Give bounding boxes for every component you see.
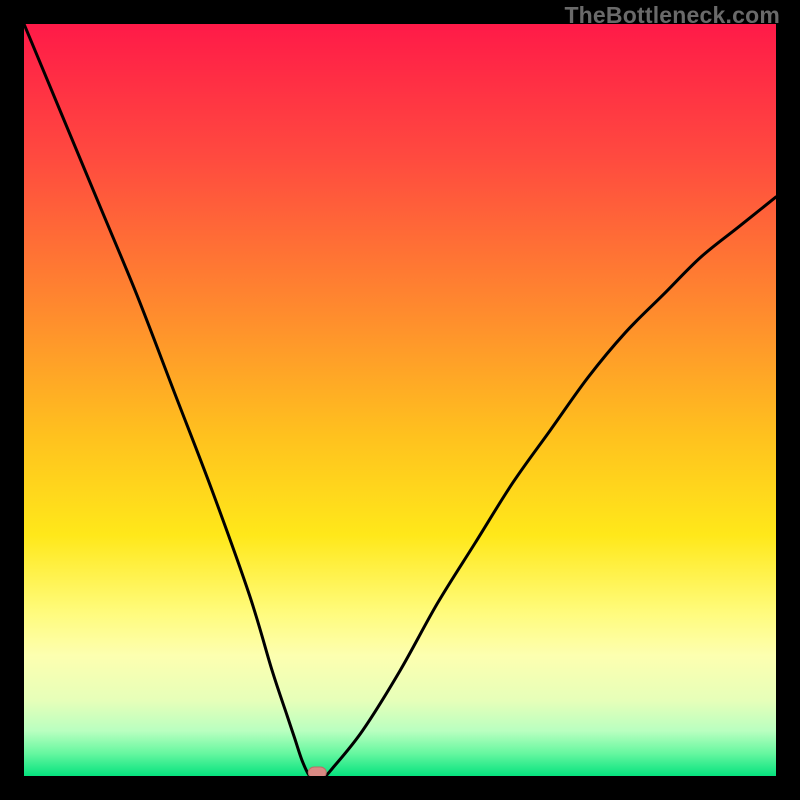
plot-svg [24, 24, 776, 776]
plot-area [24, 24, 776, 776]
min-marker [308, 767, 326, 776]
watermark-text: TheBottleneck.com [564, 2, 780, 29]
curve-path [24, 24, 776, 776]
chart-stage: TheBottleneck.com [0, 0, 800, 800]
